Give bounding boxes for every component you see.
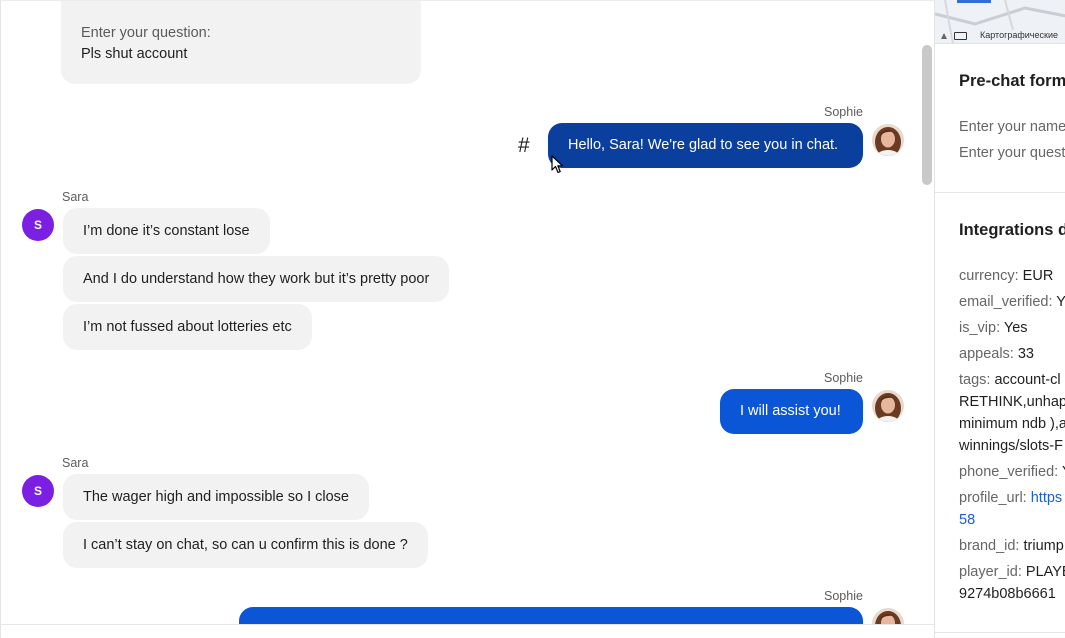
prechat-name-field: Enter your name [959, 119, 1065, 135]
prechat-question-value: Pls shut account [81, 46, 188, 62]
integration-key: phone_verified: [959, 464, 1059, 480]
section-divider [935, 632, 1065, 633]
integration-value: account-cl [994, 372, 1061, 388]
sender-name: Sara [62, 190, 89, 204]
chat-window: Enter your question: Pls shut account So… [0, 0, 1065, 638]
integration-row-brand-id: brand_id: triump [959, 535, 1064, 557]
chat-scrollbar[interactable] [922, 45, 932, 185]
visitor-message-bubble: I’m not fussed about lotteries etc [63, 304, 312, 350]
integrations-title: Integrations data [959, 221, 1065, 239]
integration-value: PLAYE [1025, 564, 1065, 580]
integration-value: 33 [1017, 346, 1034, 362]
integration-row-currency: currency: EUR [959, 265, 1053, 287]
integration-value: triump [1023, 538, 1064, 554]
visitor-info-panel: Картографические Pre-chat form Enter you… [934, 0, 1065, 638]
sender-name: Sophie [824, 371, 863, 385]
integration-value-line: winnings/slots-F [959, 438, 1063, 454]
integration-value: Yes [1056, 294, 1065, 310]
integration-row-tags: tags: account-cl RETHINK,unhap minimum n… [959, 369, 1065, 457]
integration-key: tags: [959, 372, 991, 388]
integration-row-profile-url: profile_url: https 58 [959, 487, 1062, 531]
integration-key: email_verified: [959, 294, 1053, 310]
visitor-message-bubble: I’m done it’s constant lose [63, 208, 270, 254]
prechat-answer-bubble: Enter your question: Pls shut account [61, 1, 421, 84]
integration-row-email-verified: email_verified: Yes [959, 291, 1065, 313]
mouse-cursor-icon [551, 155, 564, 174]
visitor-message-bubble: I can’t stay on chat, so can u confirm t… [63, 522, 428, 568]
integration-row-appeals: appeals: 33 [959, 343, 1034, 365]
integration-value: EUR [1022, 268, 1054, 284]
map-attribution[interactable]: Картографические [980, 30, 1058, 40]
prechat-form-title: Pre-chat form [959, 72, 1065, 90]
composer-bar[interactable] [1, 624, 934, 638]
integration-key: player_id: [959, 564, 1022, 580]
prechat-question-label: Enter your question: [81, 25, 211, 41]
integration-key: appeals: [959, 346, 1014, 362]
integration-key: brand_id: [959, 538, 1020, 554]
agent-message-bubble: Hello, Sara! We're glad to see you in ch… [548, 123, 863, 168]
map-pin-icon [941, 33, 947, 39]
visitor-message-bubble: And I do understand how they work but it… [63, 256, 450, 302]
integration-value-line: 9274b08b6661 [959, 586, 1056, 602]
agent-message-bubble: I will assist you! [720, 389, 863, 434]
integration-row-phone-verified: phone_verified: Y [959, 461, 1065, 483]
integration-value-line: RETHINK,unhap [959, 394, 1065, 410]
visitor-avatar: S [22, 475, 54, 507]
prechat-question-field: Enter your question [959, 145, 1065, 161]
sender-name: Sophie [824, 105, 863, 119]
agent-avatar [872, 390, 904, 422]
keyboard-icon[interactable] [954, 32, 967, 40]
integration-key: is_vip: [959, 320, 1001, 336]
integration-value: Yes [1003, 320, 1028, 336]
hash-icon[interactable]: # [518, 134, 530, 158]
integration-key: profile_url: [959, 490, 1027, 506]
integration-row-player-id: player_id: PLAYE 9274b08b6661 [959, 561, 1065, 605]
agent-avatar [872, 124, 904, 156]
section-divider [935, 192, 1065, 193]
profile-url-link[interactable]: https [1031, 490, 1062, 506]
integration-key: currency: [959, 268, 1019, 284]
profile-url-link-line[interactable]: 58 [959, 509, 1062, 531]
sender-name: Sara [62, 456, 89, 470]
sender-name: Sophie [824, 589, 863, 603]
integration-row-is-vip: is_vip: Yes [959, 317, 1028, 339]
visitor-message-bubble: The wager high and impossible so I close [63, 474, 369, 520]
integration-value-line: minimum ndb ),a [959, 416, 1065, 432]
chat-transcript[interactable]: Enter your question: Pls shut account So… [0, 0, 934, 638]
visitor-avatar: S [22, 209, 54, 241]
map-preview[interactable]: Картографические [935, 0, 1065, 44]
